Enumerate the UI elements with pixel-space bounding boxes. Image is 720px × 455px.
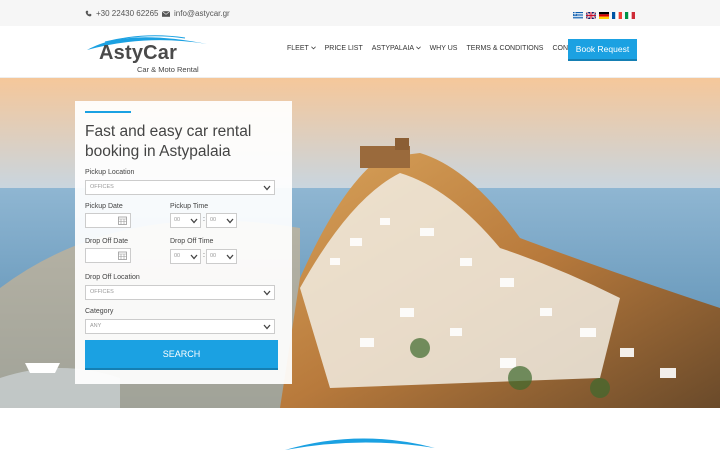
pickup-location-label: Pickup Location [85, 169, 135, 176]
greek-flag-icon[interactable] [573, 12, 583, 19]
dropoff-date-input[interactable] [85, 248, 131, 263]
phone-text: +30 22430 62265 [96, 9, 159, 18]
dropoff-location-label: Drop Off Location [85, 274, 140, 281]
pickup-date-label: Pickup Date [85, 203, 123, 210]
dropoff-time-label: Drop Off Time [170, 238, 214, 245]
pickup-hour-select[interactable]: 00 [170, 213, 201, 228]
site-logo[interactable]: AstyCar Car & Moto Rental [85, 30, 215, 76]
category-label: Category [85, 308, 114, 315]
booking-panel: Fast and easy car rental booking in Asty… [75, 101, 292, 384]
panel-accent-line [85, 111, 131, 113]
phone-icon [85, 10, 92, 17]
time-separator: : [203, 252, 205, 259]
language-flags [573, 12, 635, 19]
pickup-location-select[interactable]: OFFICES [85, 180, 275, 195]
main-nav: FLEET PRICE LIST ASTYPALAIA WHY US TERMS… [287, 45, 586, 52]
chevron-down-icon [310, 46, 316, 50]
nav-fleet[interactable]: FLEET [287, 45, 316, 52]
envelope-icon [162, 10, 170, 17]
logo-subtitle: Car & Moto Rental [137, 65, 199, 74]
nav-terms[interactable]: TERMS & CONDITIONS [466, 45, 543, 52]
phone-contact[interactable]: +30 22430 62265 [85, 9, 159, 18]
dropoff-minute-select[interactable]: 00 [206, 249, 237, 264]
calendar-icon [118, 251, 127, 260]
chevron-down-icon [190, 218, 198, 224]
uk-flag-icon[interactable] [586, 12, 596, 19]
email-contact[interactable]: info@astycar.gr [162, 9, 230, 18]
logo-swoosh-icon [285, 438, 435, 450]
book-request-button[interactable]: Book Request [568, 39, 637, 61]
nav-why-us[interactable]: WHY US [430, 45, 458, 52]
site-header: AstyCar Car & Moto Rental FLEET PRICE LI… [0, 26, 720, 78]
email-text: info@astycar.gr [174, 9, 230, 18]
category-select[interactable]: ANY [85, 319, 275, 334]
french-flag-icon[interactable] [612, 12, 622, 19]
chevron-down-icon [415, 46, 421, 50]
time-separator: : [203, 216, 205, 223]
german-flag-icon[interactable] [599, 12, 609, 19]
nav-astypalaia[interactable]: ASTYPALAIA [372, 45, 421, 52]
chevron-down-icon [190, 254, 198, 260]
booking-title: Fast and easy car rental booking in Asty… [85, 123, 252, 160]
logo-name: AstyCar [99, 42, 178, 64]
top-bar: +30 22430 62265 info@astycar.gr [0, 0, 720, 26]
chevron-down-icon [226, 218, 234, 224]
pickup-date-input[interactable] [85, 213, 131, 228]
dropoff-location-select[interactable]: OFFICES [85, 285, 275, 300]
search-button[interactable]: SEARCH [85, 340, 278, 370]
chevron-down-icon [263, 324, 271, 330]
chevron-down-icon [226, 254, 234, 260]
bottom-section [0, 408, 720, 450]
dropoff-hour-select[interactable]: 00 [170, 249, 201, 264]
nav-price-list[interactable]: PRICE LIST [325, 45, 363, 52]
pickup-minute-select[interactable]: 00 [206, 213, 237, 228]
pickup-time-label: Pickup Time [170, 203, 209, 210]
chevron-down-icon [263, 185, 271, 191]
italian-flag-icon[interactable] [625, 12, 635, 19]
dropoff-date-label: Drop Off Date [85, 238, 129, 245]
chevron-down-icon [263, 290, 271, 296]
calendar-icon [118, 216, 127, 225]
